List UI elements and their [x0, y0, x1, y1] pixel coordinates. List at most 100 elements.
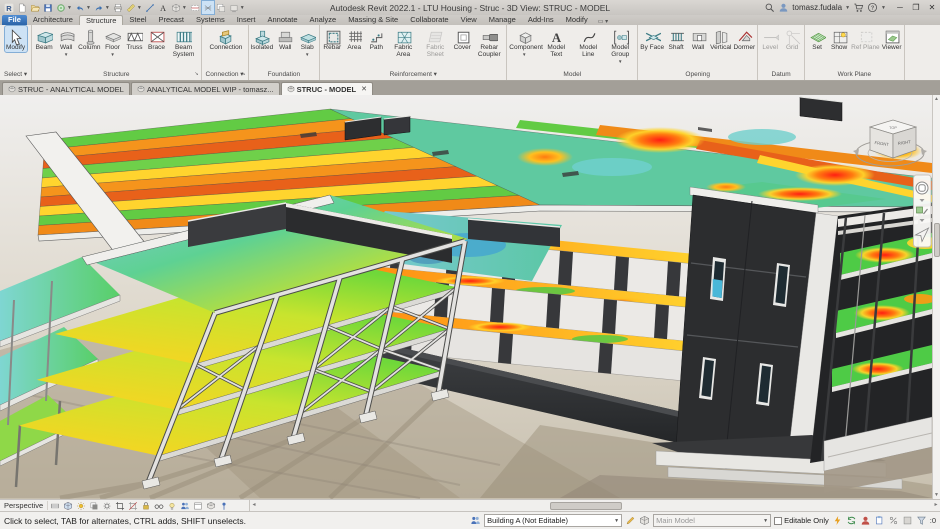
active-workset-select[interactable]: Building A (Not Editable) ▼ [484, 514, 623, 527]
ribbon-button-component[interactable]: Component ▼ [508, 26, 543, 57]
horizontal-scrollbar[interactable]: ◂ ▸ [250, 500, 940, 511]
ribbon-button-floor[interactable]: Floor ▼ [102, 26, 124, 57]
minimize-button[interactable]: ─ [895, 3, 905, 12]
users-status-icon[interactable] [860, 515, 871, 526]
qat-new-file[interactable] [16, 1, 28, 14]
selection-filter-icon[interactable] [916, 515, 927, 526]
design-options-icon[interactable] [639, 515, 650, 526]
qat-section[interactable] [189, 1, 201, 14]
ribbon-button-viewer[interactable]: Viewer [881, 26, 903, 52]
vcb-shadows[interactable] [87, 500, 100, 511]
clipboard-status-icon[interactable] [874, 515, 885, 526]
ribbon-tab-annotate[interactable]: Annotate [261, 15, 303, 25]
ribbon-tab-analyze[interactable]: Analyze [304, 15, 343, 25]
active-design-option-select[interactable]: Main Model ▼ [653, 514, 772, 527]
qat-print[interactable] [112, 1, 124, 14]
help-menu-caret-icon[interactable]: ▼ [881, 5, 886, 11]
ribbon-tab-modify[interactable]: Modify [560, 15, 594, 25]
progress-icon[interactable] [888, 515, 899, 526]
qat-open-file[interactable] [29, 1, 41, 14]
vcb-hide-isolate[interactable] [152, 500, 165, 511]
scroll-up-icon[interactable]: ▲ [933, 95, 940, 103]
vcb-displaced-elements[interactable] [204, 500, 217, 511]
qat-redo[interactable]: ▼ [93, 1, 111, 14]
scroll-down-icon[interactable]: ▼ [933, 491, 940, 499]
model-3d-view[interactable]: TOP FRONT RIGHT [0, 95, 932, 499]
ribbon-button-wall[interactable]: Wall ▼ [55, 26, 77, 57]
view-scale-button[interactable]: Perspective [2, 501, 49, 510]
navigation-bar[interactable] [913, 174, 932, 248]
ribbon-button-modify[interactable]: Modify [3, 25, 28, 53]
qat-revit-logo[interactable]: R [3, 1, 15, 14]
ribbon-panel-label[interactable]: Reinforcement ▾ [321, 70, 505, 80]
view-tab-struc-analytical-model[interactable]: STRUC - ANALYTICAL MODEL [2, 82, 130, 95]
ribbon-button-slab[interactable]: Slab ▼ [296, 26, 318, 57]
ribbon-button-brace[interactable]: Brace [146, 26, 168, 52]
ribbon-button-model-line[interactable]: Model Line [572, 26, 604, 59]
vcb-sun-path[interactable] [74, 500, 87, 511]
user-icon[interactable] [778, 2, 789, 13]
vcb-render-dialog[interactable] [100, 500, 113, 511]
ribbon-button-isolated[interactable]: Isolated [250, 26, 275, 52]
ribbon-button-rebar-coupler[interactable]: Rebar Coupler [473, 26, 505, 59]
ribbon-button-column[interactable]: Column [77, 26, 101, 52]
ribbon-tab-massing-site[interactable]: Massing & Site [342, 15, 404, 25]
ribbon-button-set[interactable]: Set [806, 26, 828, 52]
user-menu-caret-icon[interactable]: ▼ [845, 5, 850, 11]
restore-button[interactable]: ❐ [911, 3, 921, 12]
ribbon-tab-insert[interactable]: Insert [231, 15, 262, 25]
ribbon-button-vertical[interactable]: Vertical [709, 26, 732, 52]
ribbon-button-model-text[interactable]: A Model Text [540, 26, 572, 59]
editing-requests-icon[interactable] [625, 515, 636, 526]
vertical-scrollbar[interactable]: ▲ ▼ [932, 95, 940, 499]
ribbon-button-area[interactable]: Area [343, 26, 365, 52]
ribbon-button-truss[interactable]: Truss [124, 26, 146, 52]
ribbon-button-beam[interactable]: Beam [33, 26, 55, 52]
qat-sync[interactable]: ▼ [55, 1, 73, 14]
ribbon-tab-steel[interactable]: Steel [123, 15, 152, 25]
ribbon-button-show[interactable]: Show [828, 26, 850, 52]
ribbon-tab-architecture[interactable]: Architecture [27, 15, 79, 25]
view-tab-analytical-model-wip-tomasz-[interactable]: ANALYTICAL MODEL WIP - tomasz... [130, 82, 280, 95]
vcb-reveal-constraints[interactable] [217, 500, 230, 511]
qat-switch-windows[interactable] [215, 1, 227, 14]
qat-undo[interactable]: ▼ [74, 1, 92, 14]
ribbon-button-model-group[interactable]: Model Group ▼ [604, 26, 636, 64]
vcb-worksharing-display[interactable] [178, 500, 191, 511]
qat-text[interactable]: A [157, 1, 169, 14]
worksets-icon[interactable] [470, 515, 481, 526]
vcb-detail-level[interactable] [48, 500, 61, 511]
qat-measure[interactable]: ▼ [125, 1, 143, 14]
ribbon-tab-structure[interactable]: Structure [78, 15, 124, 25]
view-tab-struc-model[interactable]: STRUC - MODEL ✕ [280, 82, 374, 95]
ribbon-button-dormer[interactable]: Dormer [732, 26, 756, 52]
ribbon-button-connection[interactable]: Connection [209, 26, 242, 52]
vcb-lock-view[interactable] [139, 500, 152, 511]
vcb-show-crop[interactable] [126, 500, 139, 511]
qat-thin-lines[interactable] [200, 0, 215, 15]
ribbon-button-fabric-area[interactable]: Fabric Area [387, 26, 419, 59]
qat-default-3d-view[interactable]: ▼ [170, 1, 188, 14]
qat-customize-qat[interactable]: ▼ [228, 1, 246, 14]
ribbon-button-path[interactable]: Path [365, 26, 387, 52]
worksharing-alert-icon[interactable] [832, 515, 843, 526]
drawing-area[interactable]: TOP FRONT RIGHT ▲ ▼ [0, 95, 940, 499]
vertical-scroll-thumb[interactable] [934, 223, 940, 257]
help-icon[interactable]: ? [867, 2, 878, 13]
ribbon-button-rebar[interactable]: Rebar [321, 26, 343, 52]
sync-status-icon[interactable] [846, 515, 857, 526]
ribbon-button-cover[interactable]: Cover [451, 26, 473, 52]
ribbon-button-wall[interactable]: Wall [687, 26, 709, 52]
vcb-crop-view[interactable] [113, 500, 126, 511]
editable-only-checkbox[interactable]: Editable Only [774, 516, 829, 525]
qat-model-line[interactable] [144, 1, 156, 14]
ribbon-button-shaft[interactable]: Shaft [665, 26, 687, 52]
ribbon-button-wall[interactable]: Wall [274, 26, 296, 52]
ribbon-tab-collaborate[interactable]: Collaborate [404, 15, 454, 25]
close-button[interactable]: ✕ [927, 3, 937, 12]
background-processes-icon[interactable] [902, 515, 913, 526]
close-view-icon[interactable]: ✕ [361, 85, 367, 93]
ribbon-display-toggle[interactable]: ▭ ▾ [598, 18, 608, 25]
ribbon-tab-manage[interactable]: Manage [483, 15, 522, 25]
signed-in-user[interactable]: tomasz.fudala [792, 3, 842, 12]
